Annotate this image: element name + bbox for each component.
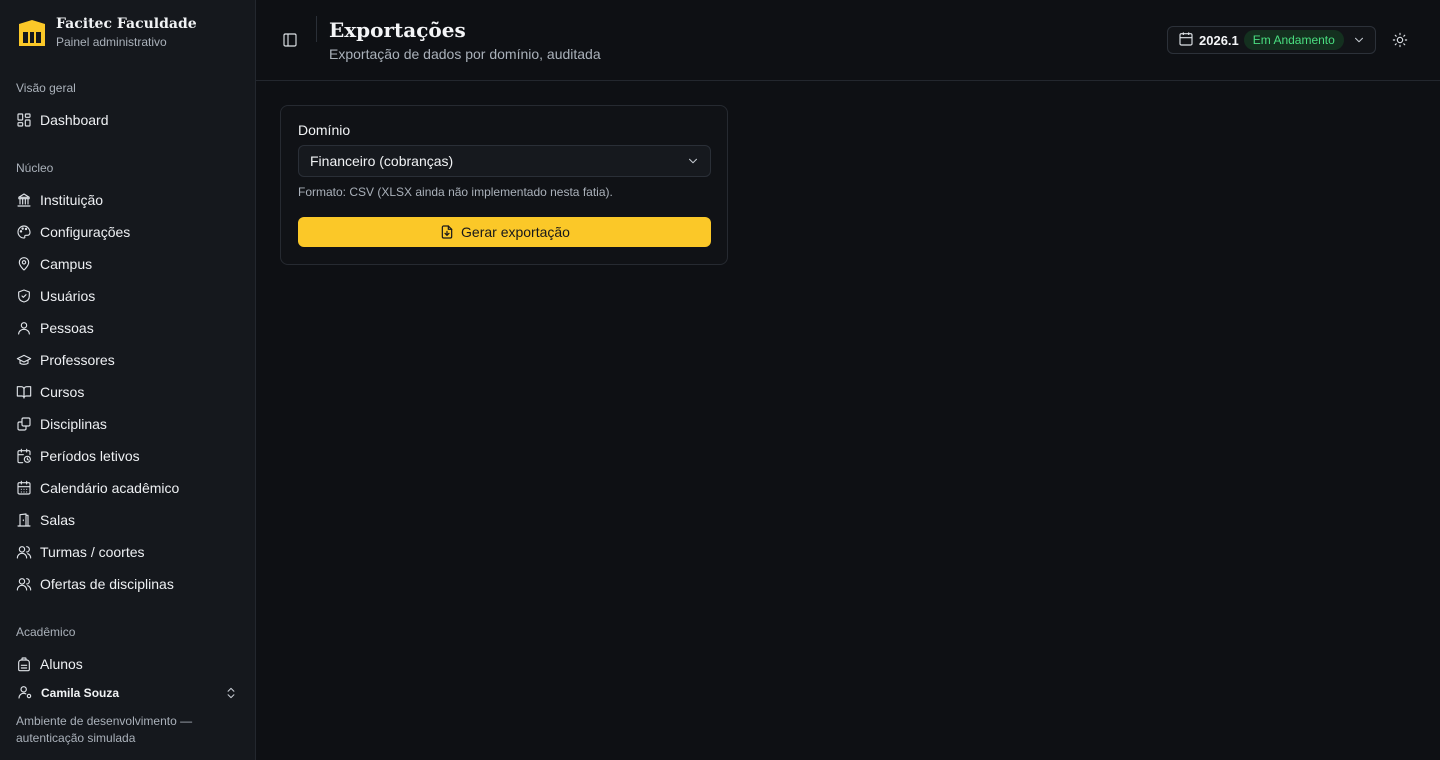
domain-select[interactable]: Financeiro (cobranças) [298, 145, 711, 177]
section-label-nucleo: Núcleo [16, 161, 54, 175]
sidebar-item-label: Disciplinas [40, 416, 107, 432]
sidebar-item-label: Professores [40, 352, 115, 368]
page-title: Exportações [329, 18, 466, 42]
calendar-clock-icon [16, 448, 32, 464]
user-menu[interactable]: Camila Souza [8, 680, 248, 706]
environment-note: Ambiente de desenvolvimento — autenticaç… [16, 714, 193, 745]
calendar-icon [16, 480, 32, 496]
sidebar-item-disciplinas[interactable]: Disciplinas [8, 410, 248, 438]
brand[interactable]: Facitec Faculdade Painel administrativo [16, 16, 197, 51]
user-icon [16, 320, 32, 336]
format-hint: Formato: CSV (XLSX ainda não implementad… [298, 185, 613, 199]
generate-export-label: Gerar exportação [461, 224, 570, 240]
header-divider [316, 16, 317, 42]
user-name: Camila Souza [41, 686, 120, 700]
sidebar-item-label: Salas [40, 512, 76, 528]
brand-subtitle: Painel administrativo [56, 35, 167, 49]
chevron-down-icon [686, 154, 700, 168]
sidebar-item-label: Turmas / coortes [40, 544, 145, 560]
section-label-visao-geral: Visão geral [16, 81, 76, 95]
landmark-icon [16, 192, 32, 208]
graduation-cap-icon [16, 352, 32, 368]
sidebar-item-calendario-academico[interactable]: Calendário acadêmico [8, 474, 248, 502]
chevron-down-icon [1352, 33, 1366, 47]
copy-icon [16, 416, 32, 432]
sidebar-item-periodos-letivos[interactable]: Períodos letivos [8, 442, 248, 470]
dashboard-icon [16, 112, 32, 128]
sidebar-item-label: Períodos letivos [40, 448, 140, 464]
domain-label: Domínio [298, 122, 351, 138]
status-badge: Em Andamento [1243, 30, 1344, 50]
sidebar-item-label: Pessoas [40, 320, 94, 336]
sidebar-item-label: Configurações [40, 224, 131, 240]
sidebar-item-cursos[interactable]: Cursos [8, 378, 248, 406]
sidebar-item-instituicao[interactable]: Instituição [8, 186, 248, 214]
sidebar-item-campus[interactable]: Campus [8, 250, 248, 278]
sidebar-item-alunos[interactable]: Alunos [8, 650, 248, 678]
users-icon [16, 544, 32, 560]
sidebar-item-ofertas-disciplinas[interactable]: Ofertas de disciplinas [8, 570, 248, 598]
users-icon [16, 576, 32, 592]
shield-icon [16, 288, 32, 304]
period-code: 2026.1 [1199, 32, 1239, 48]
page-subtitle: Exportação de dados por domínio, auditad… [329, 46, 601, 62]
door-icon [16, 512, 32, 528]
sidebar-item-pessoas[interactable]: Pessoas [8, 314, 248, 342]
map-pin-icon [16, 256, 32, 272]
page-header: Exportações Exportação de dados por domí… [256, 0, 1440, 81]
sidebar-item-label: Calendário acadêmico [40, 480, 180, 496]
sun-icon [1392, 32, 1408, 48]
sidebar: Facitec Faculdade Painel administrativo … [0, 0, 256, 760]
file-download-icon [439, 224, 455, 240]
sidebar-toggle-button[interactable] [280, 30, 300, 50]
theme-toggle-button[interactable] [1390, 30, 1410, 50]
sidebar-item-turmas-coortes[interactable]: Turmas / coortes [8, 538, 248, 566]
sidebar-item-dashboard[interactable]: Dashboard [8, 106, 248, 134]
sidebar-item-configuracoes[interactable]: Configurações [8, 218, 248, 246]
period-selector[interactable]: 2026.1 Em Andamento [1167, 26, 1376, 54]
sidebar-item-label: Campus [40, 256, 93, 272]
brand-name: Facitec Faculdade [56, 16, 197, 32]
export-card: Domínio Financeiro (cobranças) Formato: … [280, 105, 728, 265]
sidebar-item-label: Cursos [40, 384, 85, 400]
sidebar-item-label: Instituição [40, 192, 104, 208]
section-label-academico: Acadêmico [16, 625, 76, 639]
chevrons-up-down-icon [224, 686, 238, 700]
palette-icon [16, 224, 32, 240]
sidebar-item-salas[interactable]: Salas [8, 506, 248, 534]
panel-left-icon [283, 33, 297, 47]
sidebar-item-label: Ofertas de disciplinas [40, 576, 174, 592]
sidebar-item-label: Alunos [40, 656, 83, 672]
sidebar-item-professores[interactable]: Professores [8, 346, 248, 374]
generate-export-button[interactable]: Gerar exportação [298, 217, 711, 247]
sidebar-item-usuarios[interactable]: Usuários [8, 282, 248, 310]
calendar-icon [1178, 31, 1194, 50]
user-cog-icon [17, 684, 33, 703]
domain-select-value: Financeiro (cobranças) [310, 153, 454, 169]
facitec-logo-icon [16, 18, 48, 50]
backpack-icon [16, 656, 32, 672]
book-open-icon [16, 384, 32, 400]
sidebar-item-label: Dashboard [40, 112, 109, 128]
sidebar-item-label: Usuários [40, 288, 96, 304]
